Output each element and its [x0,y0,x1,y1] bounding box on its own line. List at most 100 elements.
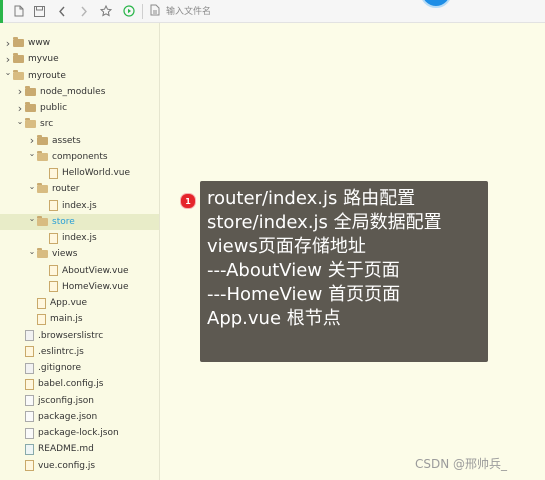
file-icon [25,411,34,423]
watermark: CSDN @邢帅兵_ [415,457,508,471]
tree-item-label: index.js [62,200,97,211]
tree-item-label: index.js [62,233,97,243]
tree-item-label: public [40,103,68,113]
tree-folder-myvue[interactable]: › myvue [0,51,159,67]
tree-item-label: src [40,119,54,130]
tree-file[interactable]: index.js [0,198,159,214]
folder-icon [13,37,24,47]
file-icon [49,200,58,211]
callout-line: ---AboutView 关于页面 [207,260,400,281]
file-icon [25,346,34,358]
back-arrow-icon[interactable] [54,3,70,19]
tree-item-label: App.vue [50,298,88,308]
file-icon [25,460,34,471]
tree-item-label: myroute [28,70,66,81]
chevron-down-icon[interactable]: ⌄ [27,182,37,191]
file-icon [25,378,34,390]
tree-item-label: main.js [50,314,83,325]
annotation-callout: router/index.js 路由配置 store/index.js 全局数据… [200,181,488,362]
tree-file[interactable]: main.js [0,311,159,327]
chevron-down-icon[interactable]: ⌄ [15,117,25,126]
chevron-right-icon[interactable]: › [3,53,13,66]
tree-file[interactable]: package.json [0,409,159,425]
callout-line: ---HomeView 首页页面 [207,284,401,305]
chevron-right-icon[interactable]: › [3,37,13,50]
folder-icon [25,102,36,112]
tree-item-label: package.json [38,411,98,422]
run-icon[interactable] [121,3,137,19]
callout-line: store/index.js 全局数据配置 [207,212,442,233]
tree-folder-www[interactable]: › www [0,35,159,51]
tree-item-label: HomeView.vue [62,281,129,292]
tree-folder-views[interactable]: ⌄ views [0,246,159,262]
tree-file[interactable]: babel.config.js [0,376,159,392]
file-icon [25,362,34,374]
tree-file[interactable]: package-lock.json [0,425,159,441]
tree-item-label: .gitignore [38,363,82,373]
callout-line: router/index.js 路由配置 [207,188,416,209]
tree-item-label: store [52,216,75,227]
chevron-down-icon[interactable]: ⌄ [27,247,37,256]
chevron-right-icon[interactable]: › [15,85,25,98]
tree-file[interactable]: AboutView.vue [0,263,159,279]
tree-file[interactable]: README.md [0,441,159,457]
tree-file[interactable]: index.js [0,230,159,246]
toolbar-divider [142,4,143,19]
tree-item-label: package-lock.json [38,428,119,438]
save-icon[interactable] [31,3,47,19]
tree-folder-store[interactable]: ⌄ store [0,213,159,230]
file-icon [25,330,34,341]
file-icon [25,443,34,455]
file-icon [37,297,46,309]
project-explorer: › www › myvue ⌄ myroute › node_modules › public ⌄ s… [0,23,160,480]
chevron-down-icon[interactable]: ⌄ [27,149,37,158]
tree-item-label: assets [52,135,81,146]
tree-folder-public[interactable]: › public [0,100,159,116]
tree-item-label: node_modules [40,86,106,97]
folder-icon [37,248,48,259]
tree-file[interactable]: jsconfig.json [0,393,159,409]
tree-item-label: views [52,249,78,260]
tree-file[interactable]: .gitignore [0,360,159,376]
file-icon [49,281,58,293]
tree-folder-src[interactable]: ⌄ src [0,116,159,132]
forward-arrow-icon[interactable] [76,3,92,19]
tree-file[interactable]: .eslintrc.js [0,344,159,360]
tree-file[interactable]: HelloWorld.vue [0,165,159,181]
tree-folder-assets[interactable]: › assets [0,133,159,149]
chevron-right-icon[interactable]: › [27,134,37,147]
chevron-down-icon[interactable]: ⌄ [27,214,37,223]
tree-item-label: www [28,38,51,48]
tree-folder-myroute[interactable]: ⌄ myroute [0,68,159,84]
file-icon [37,313,46,325]
file-icon [49,232,58,244]
annotation-badge: 1 [180,193,196,209]
tree-folder-components[interactable]: ⌄ components [0,149,159,165]
folder-icon [25,118,36,129]
tree-item-label: .browserslistrc [38,330,104,341]
tree-folder-router[interactable]: ⌄ router [0,181,159,197]
chevron-down-icon[interactable]: ⌄ [3,68,13,77]
tree-file[interactable]: HomeView.vue [0,279,159,295]
tree-item-label: README.md [38,444,94,455]
tree-item-label: .eslintrc.js [38,346,84,357]
chevron-right-icon[interactable]: › [15,102,25,115]
star-icon[interactable] [98,3,114,19]
file-search-input[interactable] [150,3,456,20]
folder-icon [13,53,24,64]
tree-item-label: router [52,184,80,195]
file-icon [49,265,58,276]
folder-icon [13,69,24,80]
tree-folder-node-modules[interactable]: › node_modules [0,84,159,100]
tree-file[interactable]: App.vue [0,295,159,311]
folder-icon [37,215,48,226]
callout-line: App.vue 根节点 [207,308,341,329]
tree-file[interactable]: .browserslistrc [0,328,159,344]
tree-item-label: HelloWorld.vue [62,168,131,178]
tree-file[interactable]: vue.config.js [0,458,159,474]
folder-icon [37,150,48,161]
tree-item-label: jsconfig.json [38,395,94,406]
tree-item-label: myvue [28,54,59,65]
new-file-icon[interactable] [11,3,27,19]
tree-item-label: babel.config.js [38,379,104,390]
